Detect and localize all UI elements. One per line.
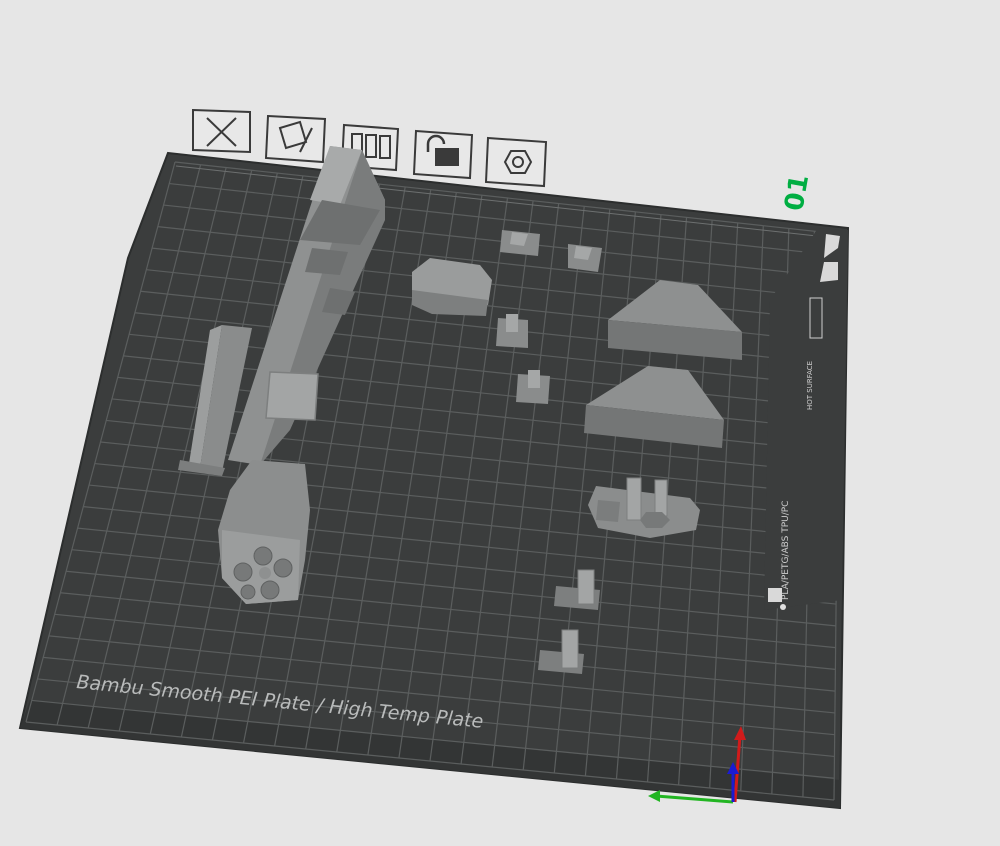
delete-plate-button[interactable] xyxy=(192,108,251,154)
3d-viewport[interactable]: HOT SURFACE PLA/PETG/ABS TPU/PC 01 Bambu… xyxy=(0,0,1000,846)
model-small-pin-1[interactable] xyxy=(500,230,540,256)
materials-label: PLA/PETG/ABS TPU/PC xyxy=(781,501,791,600)
model-small-pin-2[interactable] xyxy=(568,244,602,272)
hot-surface-label: HOT SURFACE xyxy=(806,361,814,410)
slice-plate-button[interactable] xyxy=(484,136,548,188)
model-hex-block[interactable] xyxy=(412,258,492,316)
lock-button[interactable] xyxy=(412,129,474,180)
plate-settings-button[interactable] xyxy=(264,114,327,164)
plate-number: 01 xyxy=(779,172,815,213)
